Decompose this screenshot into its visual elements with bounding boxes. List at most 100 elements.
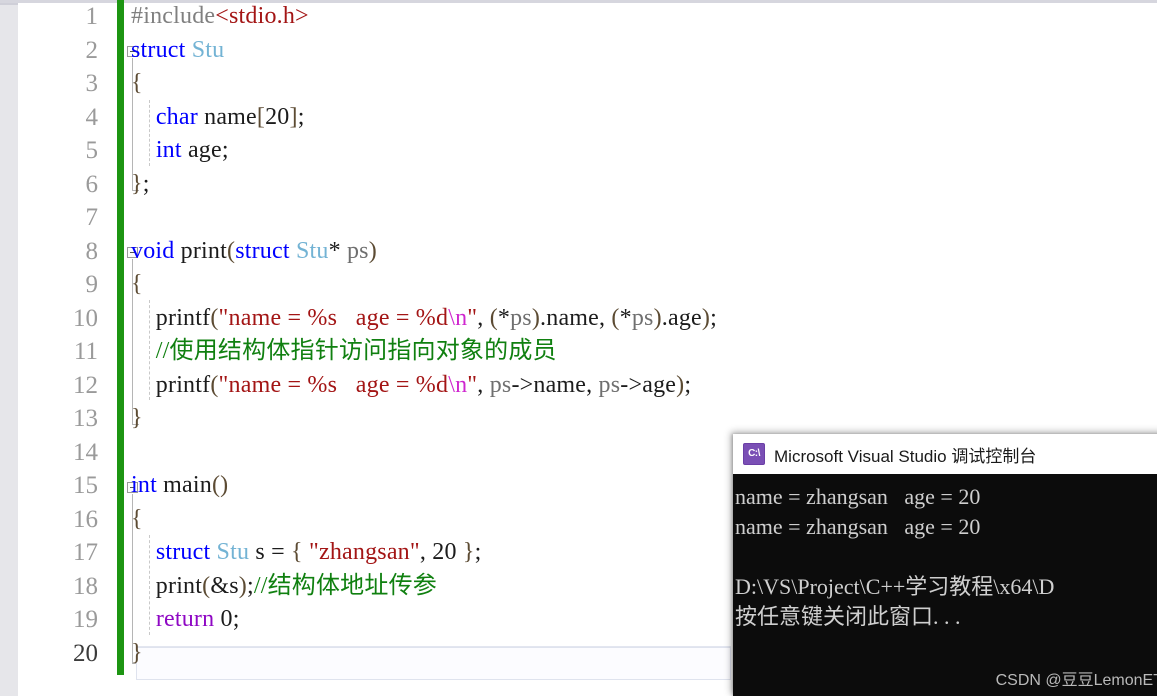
code-line[interactable]: 13} [0, 402, 1157, 436]
code-token: ) [238, 572, 247, 599]
code-text: }; [131, 168, 150, 202]
code-text: int age; [131, 134, 229, 168]
code-line[interactable]: 8 void print(struct Stu* ps) [0, 235, 1157, 269]
code-text: struct Stu [131, 34, 224, 68]
cmd-icon-label: C:\ [748, 448, 760, 459]
code-token: , [419, 539, 433, 565]
code-token: * [497, 304, 511, 331]
code-token: { [291, 539, 303, 565]
console-title: Microsoft Visual Studio 调试控制台 [774, 446, 1037, 466]
code-line[interactable]: 9{ [0, 268, 1157, 302]
console-window[interactable]: C:\ Microsoft Visual Studio 调试控制台 name =… [733, 434, 1157, 696]
console-line: 按任意键关闭此窗口. . . [735, 604, 961, 629]
code-token: ) [531, 304, 541, 331]
line-number: 2 [85, 36, 99, 64]
code-text: print(&s);//结构体地址传参 [131, 570, 437, 604]
line-number: 4 [85, 103, 99, 131]
code-token: "name = %s age = %d [218, 371, 449, 398]
code-line[interactable]: 1 #include<stdio.h> [0, 0, 1157, 34]
code-token: ( [227, 237, 236, 264]
code-text: { [131, 67, 143, 101]
code-token: ; [474, 539, 482, 565]
line-number: 3 [85, 70, 99, 97]
line-number: 18 [73, 572, 98, 600]
line-number: 13 [73, 405, 98, 432]
code-token: ->name, [511, 371, 599, 398]
code-token: * [328, 237, 341, 264]
code-text: { [131, 503, 143, 537]
code-line[interactable]: 11 //使用结构体指针访问指向对象的成员 [0, 335, 1157, 369]
code-token: \n [448, 371, 468, 398]
code-token: char [155, 103, 198, 130]
code-token: ; [297, 103, 305, 130]
code-line[interactable]: 7 [0, 201, 1157, 235]
code-line[interactable]: 12 printf("name = %s age = %d\n", ps->na… [0, 369, 1157, 403]
code-token: \n [448, 304, 468, 331]
code-token: () [211, 472, 229, 498]
csdn-watermark: CSDN @豆豆LemonET [995, 672, 1157, 689]
line-number: 5 [85, 137, 99, 164]
code-token: { [131, 271, 143, 297]
line-number: 7 [85, 204, 99, 231]
code-token: } [131, 170, 143, 197]
console-output[interactable]: name = zhangsan age = 20 name = zhangsan … [733, 474, 1157, 696]
line-number: 19 [73, 606, 98, 633]
code-token: printf [131, 371, 211, 398]
code-line[interactable]: 6}; [0, 168, 1157, 202]
code-token: age; [181, 137, 229, 163]
code-line[interactable]: 5 int age; [0, 134, 1157, 168]
console-line: name = zhangsan age = 20 [735, 484, 981, 509]
code-token: " [467, 304, 478, 331]
code-token: ->age [620, 371, 677, 398]
code-line[interactable]: 3{ [0, 67, 1157, 101]
code-token: <stdio.h> [215, 3, 309, 29]
code-token: Stu [295, 237, 329, 264]
code-token: , [477, 304, 490, 331]
code-token: ( [210, 304, 219, 331]
code-token: ; [142, 170, 150, 197]
code-line[interactable]: 4 char name[20]; [0, 101, 1157, 135]
code-text: } [131, 637, 143, 671]
code-token: ) [653, 304, 662, 331]
code-text: struct Stu s = { "zhangsan", 20 }; [131, 536, 482, 570]
line-number: 11 [73, 338, 98, 365]
code-token: &s [210, 572, 239, 599]
code-token: { [131, 70, 143, 96]
code-token: struct [131, 36, 186, 63]
code-text: int main() [131, 469, 228, 503]
code-token: int [131, 472, 157, 498]
code-token: .name, [540, 304, 612, 331]
code-text: { [131, 268, 143, 302]
code-token: ; [232, 606, 240, 632]
code-token: ps [631, 304, 654, 331]
console-line: D:\VS\Project\C++学习教程\x64\D [735, 574, 1055, 599]
code-token: " [467, 371, 478, 398]
code-token: ps [346, 237, 369, 264]
code-text: return 0; [131, 603, 240, 637]
code-text: //使用结构体指针访问指向对象的成员 [131, 335, 557, 369]
line-number: 15 [73, 472, 98, 499]
code-token: ] [289, 103, 298, 130]
code-line[interactable]: 10 printf("name = %s age = %d\n", (*ps).… [0, 302, 1157, 336]
console-titlebar[interactable]: C:\ Microsoft Visual Studio 调试控制台 [733, 434, 1157, 474]
line-number: 8 [85, 237, 99, 265]
code-token: Stu [191, 36, 225, 63]
code-token: //使用结构体指针访问指向对象的成员 [131, 338, 557, 364]
code-token: 20 [432, 539, 457, 565]
code-token: 0 [220, 606, 233, 632]
line-number: 14 [73, 438, 98, 466]
screenshot-root: 1 #include<stdio.h> 2 struct Stu 3{4 char na… [0, 0, 1157, 696]
cmd-icon: C:\ [743, 443, 765, 465]
line-number: 20 [73, 639, 98, 667]
code-token: { [131, 505, 143, 532]
code-token: ( [489, 304, 498, 331]
code-token: //结构体地址传参 [253, 572, 437, 599]
line-number: 1 [85, 3, 99, 30]
code-line[interactable]: 2 struct Stu [0, 34, 1157, 68]
code-text: printf("name = %s age = %d\n", (*ps).nam… [131, 302, 717, 336]
code-token: Stu [216, 539, 250, 565]
